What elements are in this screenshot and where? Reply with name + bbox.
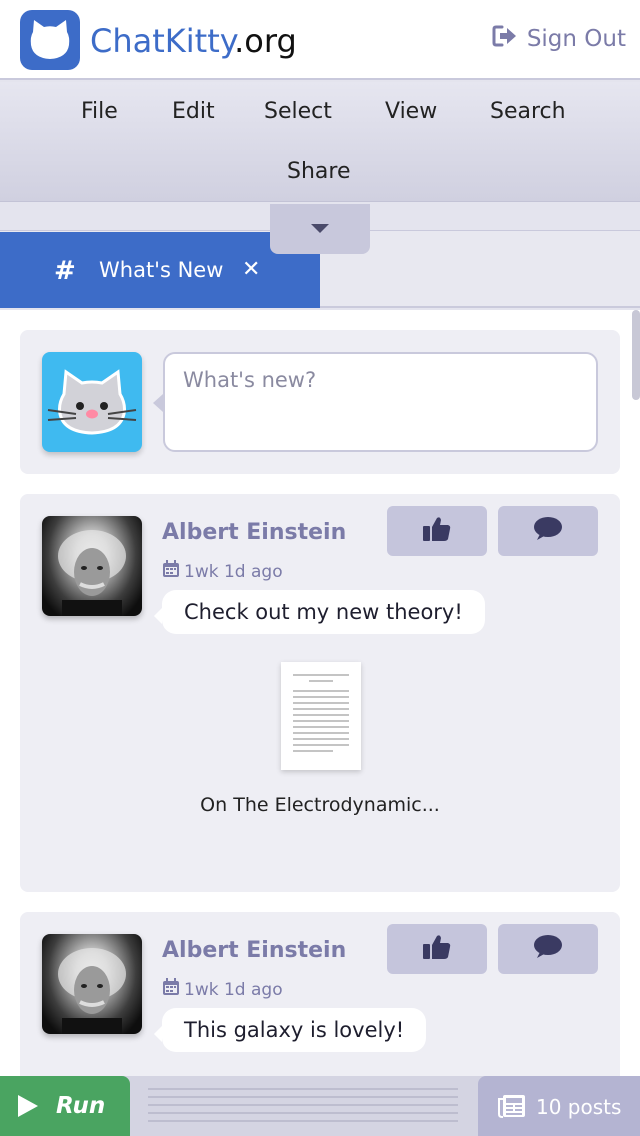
menu-toggle-button[interactable] [270,204,370,254]
post-timestamp: 1wk 1d ago [162,978,283,1001]
feed-scrollbar[interactable] [632,310,640,400]
brand-name[interactable]: ChatKitty.org [90,22,297,60]
attachment-name[interactable]: On The Electrodynamic... [200,790,440,820]
brand-main: ChatKitty [90,22,235,60]
avatar[interactable] [42,516,142,616]
tab-label: What's New [99,258,224,282]
sign-out-label: Sign Out [526,26,626,52]
sign-out-icon [491,24,519,54]
thumbs-up-icon [422,515,452,547]
cat-face-icon[interactable] [20,10,80,70]
comment-icon [533,516,563,546]
whats-new-input[interactable]: What's new? [163,352,598,452]
feed: What's new? Albert Einstein 1wk 1d ago C… [0,310,640,1076]
menu-select[interactable]: Select [264,99,332,124]
post-author[interactable]: Albert Einstein [162,520,346,545]
attachment-thumbnail[interactable] [281,662,361,770]
caret-down-icon [311,224,329,233]
posts-button[interactable]: 10 posts [478,1076,640,1136]
menu-share[interactable]: Share [287,159,351,184]
like-button[interactable] [387,924,487,974]
post-time: 1wk 1d ago [184,979,283,1000]
menu-search[interactable]: Search [490,99,566,124]
like-button[interactable] [387,506,487,556]
post-message: This galaxy is lovely! [153,1008,427,1052]
cat-avatar-icon [42,352,142,452]
post-time: 1wk 1d ago [184,561,283,582]
comment-button[interactable] [498,924,598,974]
post-author[interactable]: Albert Einstein [162,938,346,963]
sign-out-button[interactable]: Sign Out [491,24,626,54]
post-timestamp: 1wk 1d ago [162,560,283,583]
calendar-icon [162,560,180,583]
menu-file[interactable]: File [81,99,118,124]
comment-button[interactable] [498,506,598,556]
post-card: Albert Einstein 1wk 1d ago [20,912,620,1076]
newspaper-icon [498,1094,526,1122]
close-icon[interactable]: ✕ [242,257,260,282]
brand-suffix: .org [234,22,297,60]
run-label: Run [56,1093,106,1119]
drag-handle[interactable] [148,1088,458,1124]
posts-count-label: 10 posts [536,1095,622,1119]
menu-bar: File Edit Select View Search Share [0,82,640,202]
calendar-icon [162,978,180,1001]
menu-view[interactable]: View [385,99,437,124]
play-icon [18,1095,38,1117]
hash-icon: # [54,256,76,286]
compose-pointer [153,394,163,412]
thumbs-up-icon [422,933,452,965]
avatar[interactable] [42,934,142,1034]
post-message: Check out my new theory! [154,590,485,634]
comment-icon [533,934,563,964]
menu-edit[interactable]: Edit [172,99,215,124]
compose-card: What's new? [20,330,620,474]
post-card: Albert Einstein 1wk 1d ago [20,494,620,892]
app-header: ChatKitty.org Sign Out [0,0,640,80]
run-button[interactable]: Run [0,1076,130,1136]
